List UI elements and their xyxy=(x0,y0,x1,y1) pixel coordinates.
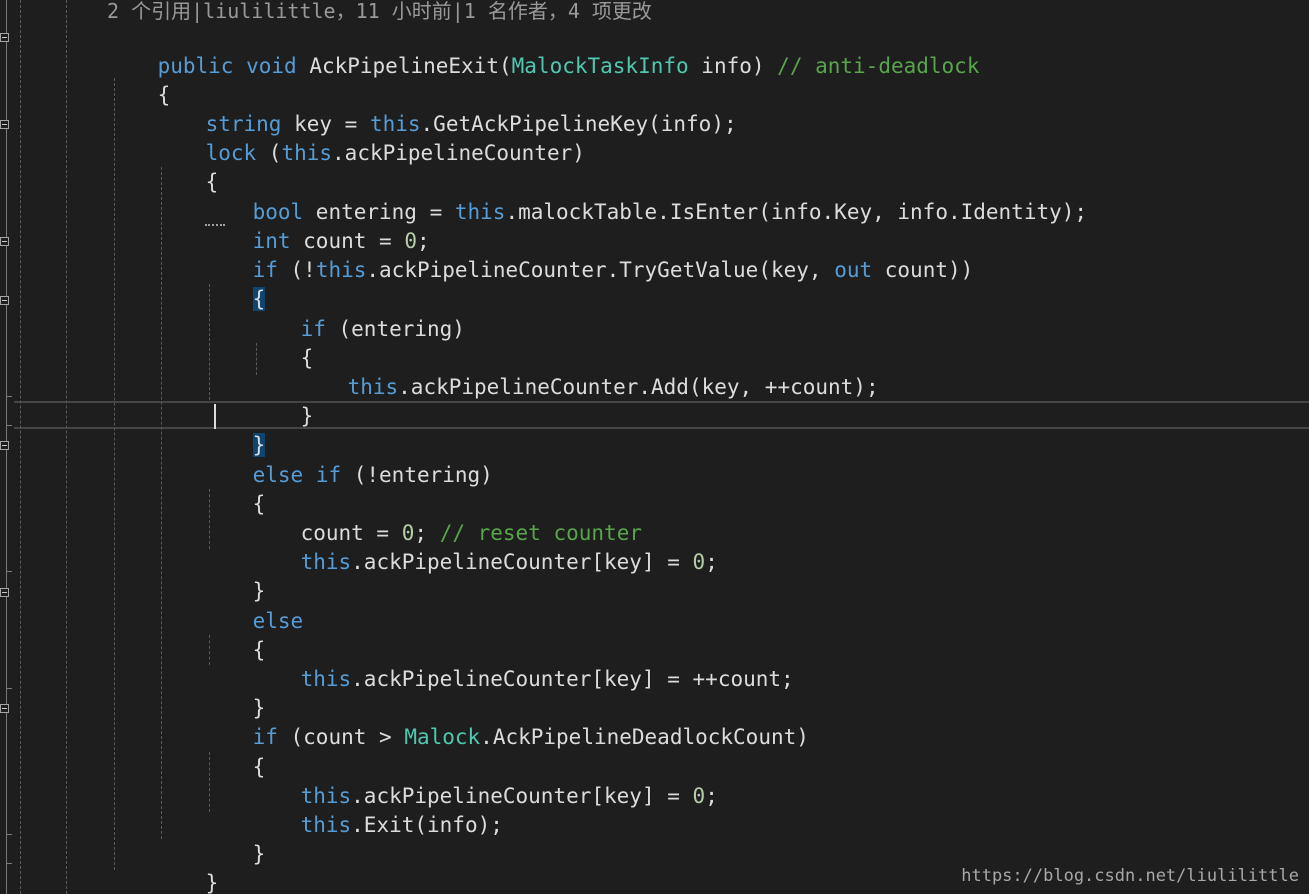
code-line[interactable]: if (entering) xyxy=(250,286,465,341)
outlining-margin xyxy=(0,0,14,894)
code-line[interactable]: { xyxy=(202,724,266,779)
code-line[interactable]: if (!this.ackPipelineCounter.TryGetValue… xyxy=(202,227,974,282)
code-line[interactable]: this.Exit(info); xyxy=(250,782,503,837)
collapse-if-entering-icon[interactable] xyxy=(0,296,9,305)
collapse-lock-icon[interactable] xyxy=(0,120,9,129)
code-line[interactable]: } xyxy=(202,548,266,603)
code-line[interactable]: { xyxy=(155,139,219,194)
code-line[interactable]: { xyxy=(250,315,314,370)
code-line[interactable]: this.ackPipelineCounter.Add(key, ++count… xyxy=(297,344,879,399)
indent-guide xyxy=(114,78,115,870)
indent-guide xyxy=(161,167,162,839)
code-line[interactable]: } xyxy=(250,373,314,428)
code-line[interactable]: } xyxy=(155,840,219,894)
fold-end-marker xyxy=(6,396,12,397)
code-line[interactable]: { xyxy=(107,52,171,107)
code-line[interactable]: this.ackPipelineCounter[key] = ++count; xyxy=(250,636,794,691)
fold-end-marker xyxy=(6,425,12,426)
code-line[interactable]: { xyxy=(202,256,266,311)
fold-end-marker xyxy=(6,863,12,864)
code-line[interactable]: else if (!entering) xyxy=(202,432,493,487)
watermark: https://blog.csdn.net/liulilittle xyxy=(961,866,1299,886)
code-line[interactable]: if (count > Malock.AckPipelineDeadlockCo… xyxy=(202,694,809,749)
code-line[interactable]: else xyxy=(202,578,304,633)
indent-guide xyxy=(66,0,67,894)
code-editor[interactable]: 2 个引用|liulilittle，11 小时前|1 名作者，4 项更改 pub… xyxy=(0,0,1309,894)
code-line[interactable]: { xyxy=(202,607,266,662)
collapse-else-if-icon[interactable] xyxy=(0,441,9,450)
code-line[interactable]: this.ackPipelineCounter[key] = 0; xyxy=(250,519,718,574)
code-line[interactable]: { xyxy=(202,461,266,516)
fold-end-marker xyxy=(6,688,12,689)
method-name: AckPipelineExit xyxy=(309,54,499,78)
collapse-if-count-icon[interactable] xyxy=(0,704,9,713)
comment: // anti-deadlock xyxy=(777,54,980,78)
code-line[interactable]: bool entering = this.malockTable.IsEnter… xyxy=(202,169,1087,224)
code-line[interactable]: string key = this.GetAckPipelineKey(info… xyxy=(155,81,737,136)
code-line[interactable]: this.ackPipelineCounter[key] = 0; xyxy=(250,753,718,808)
collapse-if-icon[interactable] xyxy=(0,237,9,246)
collapse-else-icon[interactable] xyxy=(0,588,9,597)
keyword-void: void xyxy=(246,54,297,78)
code-line[interactable]: } xyxy=(202,402,266,457)
code-line[interactable]: } xyxy=(202,811,266,866)
code-line[interactable]: lock (this.ackPipelineCounter) xyxy=(155,110,585,165)
code-line[interactable]: count = 0; // reset counter xyxy=(250,490,642,545)
indent-guide xyxy=(20,0,21,894)
collapse-method-icon[interactable] xyxy=(0,33,9,42)
fold-end-marker xyxy=(6,571,12,572)
code-line[interactable]: public void AckPipelineExit(MalockTaskIn… xyxy=(107,23,980,78)
code-line[interactable]: } xyxy=(107,869,170,894)
suggestion-squiggle xyxy=(205,222,225,226)
fold-end-marker xyxy=(6,834,12,835)
code-line[interactable]: int count = 0; xyxy=(202,198,430,253)
text-caret xyxy=(214,404,216,429)
code-line[interactable]: } xyxy=(202,665,266,720)
param-type: MalockTaskInfo xyxy=(511,54,689,78)
